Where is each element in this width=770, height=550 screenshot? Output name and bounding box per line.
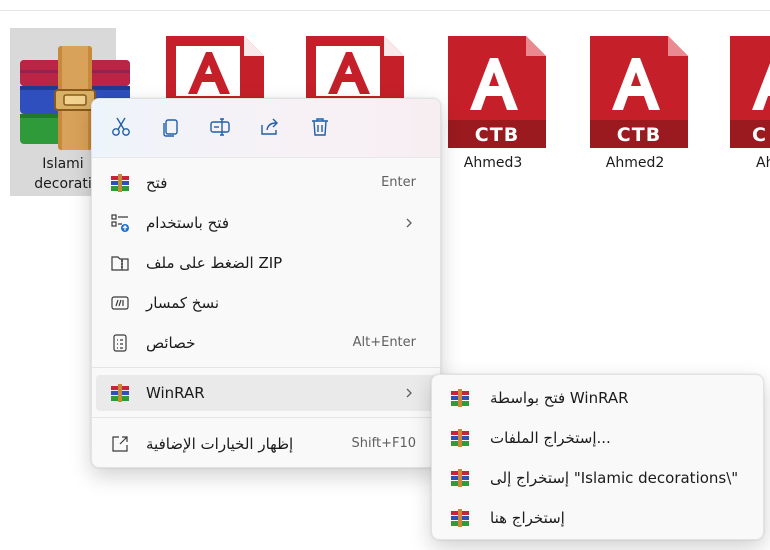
rename-button[interactable] [206, 113, 234, 141]
file-label-ahmed2: Ahmed2 [605, 155, 665, 171]
top-divider [0, 10, 770, 11]
winrar-icon [111, 384, 129, 402]
menu-item-label: نسخ كمسار [146, 294, 220, 312]
file-label-ahmed3: Ahmed3 [463, 155, 523, 171]
ctb-badge: C [752, 124, 766, 146]
delete-icon [312, 118, 328, 136]
winrar-icon [451, 389, 469, 407]
submenu-item-extract-to-folder[interactable]: إستخراج إلى "Islamic decorations\" [436, 459, 759, 495]
menu-item-shortcut: Shift+F10 [351, 436, 416, 451]
share-icon [261, 118, 278, 135]
menu-item-show-more-options[interactable]: إظهار الخيارات الإضافية Shift+F10 [96, 426, 436, 462]
ctb-badge: CTB [616, 124, 662, 146]
ctb-file-partial[interactable]: C Ah [722, 28, 770, 196]
rename-icon [210, 118, 230, 136]
submenu-item-label: إستخراج الملفات... [490, 429, 611, 447]
menu-item-label: WinRAR [146, 384, 205, 402]
menu-item-copy-as-path[interactable]: نسخ كمسار [96, 285, 436, 321]
menu-item-label: الضغط على ملف ZIP [146, 254, 283, 272]
winrar-icon [111, 174, 129, 192]
menu-item-shortcut: Enter [381, 175, 416, 190]
menu-item-open[interactable]: فتح Enter [96, 165, 436, 201]
copy-icon [163, 119, 178, 137]
submenu-item-extract-files[interactable]: إستخراج الملفات... [436, 419, 759, 455]
menu-item-properties[interactable]: خصائص Alt+Enter [96, 325, 436, 361]
menu-item-label: فتح [146, 174, 168, 192]
submenu-item-label: إستخراج إلى "Islamic decorations\" [490, 469, 739, 487]
quick-actions-bar [92, 99, 440, 158]
delete-button[interactable] [306, 113, 334, 141]
winrar-submenu: فتح بواسطة WinRAR إستخراج الملفات... إست… [431, 374, 764, 540]
submenu-item-label: فتح بواسطة WinRAR [490, 389, 629, 407]
copy-path-icon [111, 296, 129, 310]
copy-button[interactable] [157, 113, 185, 141]
ctb-file-ahmed3[interactable]: CTB Ahmed3 [440, 28, 546, 196]
ctb-badge: CTB [474, 124, 520, 146]
share-button[interactable] [256, 113, 284, 141]
more-options-icon [112, 436, 128, 452]
menu-item-shortcut: Alt+Enter [352, 335, 416, 350]
menu-item-winrar[interactable]: WinRAR [96, 375, 436, 411]
submenu-item-open-with-winrar[interactable]: فتح بواسطة WinRAR [436, 379, 759, 415]
chevron-right-icon [406, 388, 412, 398]
menu-item-label: فتح باستخدام [146, 214, 229, 232]
cut-button[interactable] [107, 113, 135, 141]
context-menu: فتح Enter فتح باستخدام الضغط على ملف ZIP… [91, 98, 441, 468]
menu-item-compress-zip[interactable]: الضغط على ملف ZIP [96, 245, 436, 281]
ctb-file-ahmed2[interactable]: CTB Ahmed2 [582, 28, 688, 196]
winrar-icon [451, 509, 469, 527]
submenu-item-extract-here[interactable]: إستخراج هنا [436, 499, 759, 535]
open-with-icon [111, 214, 129, 232]
menu-separator [92, 367, 440, 368]
winrar-icon [451, 429, 469, 447]
menu-item-label: خصائص [146, 334, 196, 352]
cut-icon [112, 117, 130, 136]
submenu-item-label: إستخراج هنا [490, 509, 565, 527]
winrar-icon [451, 469, 469, 487]
file-label-partial: Ah [756, 155, 770, 171]
chevron-right-icon [406, 218, 412, 228]
menu-separator [92, 417, 440, 418]
menu-item-label: إظهار الخيارات الإضافية [146, 435, 294, 453]
properties-icon [113, 334, 127, 352]
zip-icon [111, 256, 129, 271]
menu-item-open-with[interactable]: فتح باستخدام [96, 205, 436, 241]
